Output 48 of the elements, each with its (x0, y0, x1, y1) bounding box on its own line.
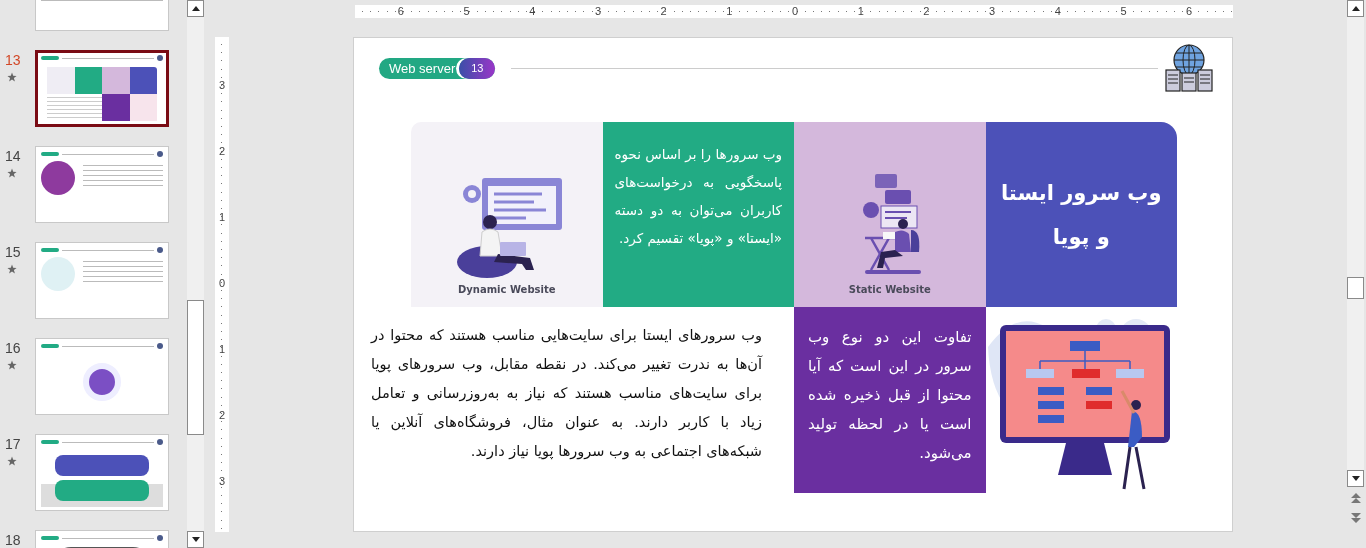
image-caption: Dynamic Website (458, 284, 556, 295)
scroll-up-button[interactable] (1347, 0, 1364, 17)
intro-text: وب سرورها را بر اساس نحوه پاسخگویی به درخواست‌های کاربران می‌توان به دو دسته «ایستا» و «پویا» تقسیم کرد. (614, 145, 782, 249)
ruler-number: 6 (1185, 5, 1194, 18)
ruler-number: 1 (217, 210, 227, 225)
slide-number: 18 (5, 532, 21, 548)
ruler-number: 4 (1053, 5, 1062, 18)
previous-slide-icon[interactable] (1350, 493, 1361, 505)
ruler-number: 3 (217, 78, 227, 93)
ruler-number: 5 (1119, 5, 1128, 18)
scrollbar-thumb[interactable] (1347, 277, 1364, 299)
ruler-number: 5 (462, 5, 471, 18)
ruler-number: 1 (217, 342, 227, 357)
image-caption: Static Website (848, 284, 931, 295)
scroll-down-button[interactable] (1347, 470, 1364, 487)
caret-up-icon (191, 6, 200, 11)
caret-down-icon (191, 537, 200, 542)
caret-down-icon (1351, 476, 1360, 481)
ruler-number: 1 (856, 5, 865, 18)
ruler-number: 3 (988, 5, 997, 18)
caret-up-icon (1351, 6, 1360, 11)
scrollbar-thumb[interactable] (187, 300, 204, 435)
ruler-number: 4 (528, 5, 537, 18)
scroll-up-button[interactable] (187, 0, 204, 17)
ruler-number: 3 (217, 474, 227, 489)
ruler-number: 2 (922, 5, 931, 18)
ruler-number: 3 (593, 5, 603, 18)
scroll-down-button[interactable] (187, 531, 204, 548)
slide-number: 17 (5, 436, 21, 452)
slide-number: 13 (5, 52, 21, 68)
next-slide-icon[interactable] (1350, 511, 1361, 523)
section-badge: Web server 13 (379, 57, 496, 79)
ruler-number: 1 (725, 5, 734, 18)
ruler-number: 2 (217, 408, 227, 423)
ruler-number: 6 (396, 5, 405, 18)
ruler-number: 2 (659, 5, 668, 18)
ruler-number: 2 (217, 144, 227, 159)
slide-number: 15 (5, 244, 21, 260)
body-paragraph: وب سرورهای ایستا برای سایت‌هایی مناسب هستند که محتوا در آن‌ها به ندرت تغییر می‌کند. در نقطه مقابل، وب سرورهای پویا برای سایت‌های مناسب هستند که نیاز به به‌روزرسانی و تعامل زیاد با کاربر دارند. به عنوان مثال، فروشگاه‌های آنلاین یا شبکه‌های اجتماعی به وب سرورها پویا نیاز دارند. (371, 326, 762, 462)
difference-text: تفاوت این دو نوع وب سرور در این است که آیا محتوا از قبل ذخیره شده است یا در لحظه تولید می‌شود. (808, 327, 972, 464)
ruler-number: 0 (790, 5, 800, 18)
scrollbar[interactable] (187, 0, 204, 548)
slide-number: 16 (5, 340, 21, 356)
ruler-number: 0 (217, 276, 227, 291)
slide-title: وب سرور ایستا و پویا (999, 179, 1163, 251)
slide-number: 14 (5, 148, 21, 164)
globe-server-icon (1164, 43, 1214, 93)
slide-thumbnail[interactable] (35, 50, 169, 127)
